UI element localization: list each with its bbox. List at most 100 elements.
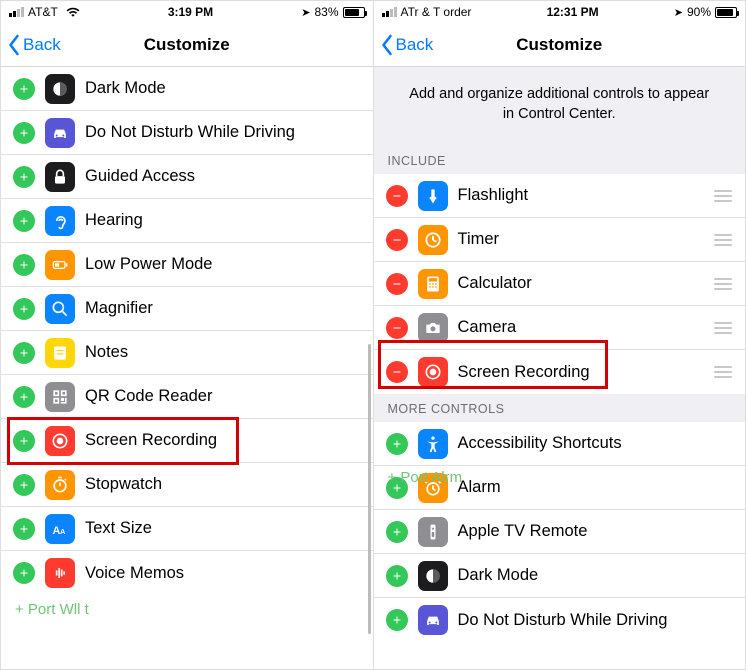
signal-icon: [382, 7, 397, 17]
carrier-label: ATr & T order: [401, 5, 472, 19]
add-button[interactable]: [13, 562, 35, 584]
list-item[interactable]: Screen Recording: [1, 419, 373, 463]
reorder-handle[interactable]: [709, 174, 737, 218]
list-item[interactable]: Accessibility Shortcuts: [374, 422, 746, 466]
more-list: Accessibility Shortcuts Alarm Apple TV Rem…: [374, 422, 746, 642]
remove-button[interactable]: [386, 361, 408, 383]
list-item[interactable]: Low Power Mode: [1, 243, 373, 287]
item-label: Calculator: [458, 274, 710, 293]
item-label: Notes: [85, 343, 373, 362]
add-button[interactable]: [13, 430, 35, 452]
add-button[interactable]: [386, 477, 408, 499]
svg-text:A: A: [60, 527, 66, 536]
nav-bar: BackCustomize: [1, 23, 373, 67]
list-item[interactable]: Hearing: [1, 199, 373, 243]
add-button[interactable]: [13, 474, 35, 496]
list-item[interactable]: Guided Access: [1, 155, 373, 199]
notes-icon: [45, 338, 75, 368]
battery-pct: 83%: [314, 5, 338, 19]
list-item[interactable]: Screen Recording: [374, 350, 746, 394]
item-label: Camera: [458, 318, 710, 337]
darkmode-icon: [45, 74, 75, 104]
add-button[interactable]: [13, 254, 35, 276]
list-item[interactable]: Notes: [1, 331, 373, 375]
add-button[interactable]: [386, 565, 408, 587]
item-label: Flashlight: [458, 186, 710, 205]
add-button[interactable]: [386, 609, 408, 631]
add-button[interactable]: [386, 521, 408, 543]
item-label: Guided Access: [85, 167, 373, 186]
alarm-icon: [418, 473, 448, 503]
list-item[interactable]: Dark Mode: [1, 67, 373, 111]
car-icon: [418, 605, 448, 635]
car-icon: [45, 118, 75, 148]
battery-icon: [45, 250, 75, 280]
watermark: + Port Wll t: [15, 601, 89, 618]
list-item[interactable]: Magnifier: [1, 287, 373, 331]
item-label: Do Not Disturb While Driving: [458, 611, 746, 630]
location-icon: ➤: [674, 6, 683, 19]
item-label: Do Not Disturb While Driving: [85, 123, 373, 142]
reorder-handle[interactable]: [709, 306, 737, 350]
add-button[interactable]: [13, 78, 35, 100]
record-icon: [418, 357, 448, 387]
list-item[interactable]: Voice Memos: [1, 551, 373, 595]
list-item[interactable]: Dark Mode: [374, 554, 746, 598]
include-list: Flashlight Timer Calculator Camera Screen Re…: [374, 174, 746, 394]
status-bar: AT&T3:19 PM➤83%: [1, 1, 373, 23]
battery-pct: 90%: [687, 5, 711, 19]
carrier-label: AT&T: [28, 5, 58, 19]
flash-icon: [418, 181, 448, 211]
voice-icon: [45, 558, 75, 588]
add-button[interactable]: [386, 433, 408, 455]
remove-button[interactable]: [386, 185, 408, 207]
item-label: Apple TV Remote: [458, 522, 746, 541]
list-item[interactable]: Do Not Disturb While Driving: [1, 111, 373, 155]
back-button[interactable]: Back: [374, 34, 434, 56]
item-label: Low Power Mode: [85, 255, 373, 274]
location-icon: ➤: [301, 6, 310, 19]
remove-button[interactable]: [386, 229, 408, 251]
add-button[interactable]: [13, 386, 35, 408]
stopwatch-icon: [45, 470, 75, 500]
ear-icon: [45, 206, 75, 236]
add-button[interactable]: [13, 342, 35, 364]
lock-icon: [45, 162, 75, 192]
calc-icon: [418, 269, 448, 299]
remove-button[interactable]: [386, 273, 408, 295]
textsize-icon: AA: [45, 514, 75, 544]
reorder-handle[interactable]: [709, 350, 737, 394]
back-label: Back: [396, 35, 434, 55]
add-button[interactable]: [13, 210, 35, 232]
battery-icon: [715, 7, 737, 18]
item-label: Voice Memos: [85, 564, 373, 583]
section-header-include: Include: [374, 146, 746, 174]
item-label: Magnifier: [85, 299, 373, 318]
description-text: Add and organize additional controls to …: [374, 67, 746, 146]
list-item[interactable]: Camera: [374, 306, 746, 350]
reorder-handle[interactable]: [709, 262, 737, 306]
add-button[interactable]: [13, 298, 35, 320]
status-bar: ATr & T order12:31 PM➤ 90%: [374, 1, 746, 23]
list-item[interactable]: Alarm: [374, 466, 746, 510]
list-item[interactable]: Stopwatch: [1, 463, 373, 507]
reorder-handle[interactable]: [709, 218, 737, 262]
list-item[interactable]: Apple TV Remote: [374, 510, 746, 554]
list-item[interactable]: Calculator: [374, 262, 746, 306]
list-item[interactable]: Timer: [374, 218, 746, 262]
list-item[interactable]: AAText Size: [1, 507, 373, 551]
back-button[interactable]: Back: [1, 34, 61, 56]
back-label: Back: [23, 35, 61, 55]
item-label: Alarm: [458, 478, 746, 497]
add-button[interactable]: [13, 166, 35, 188]
list-item[interactable]: QR Code Reader: [1, 375, 373, 419]
scroll-indicator: [368, 344, 371, 634]
add-button[interactable]: [13, 122, 35, 144]
item-label: Screen Recording: [85, 431, 373, 450]
clock: 12:31 PM: [471, 5, 673, 19]
remove-button[interactable]: [386, 317, 408, 339]
list-item[interactable]: Flashlight: [374, 174, 746, 218]
add-button[interactable]: [13, 518, 35, 540]
item-label: Timer: [458, 230, 710, 249]
list-item[interactable]: Do Not Disturb While Driving: [374, 598, 746, 642]
